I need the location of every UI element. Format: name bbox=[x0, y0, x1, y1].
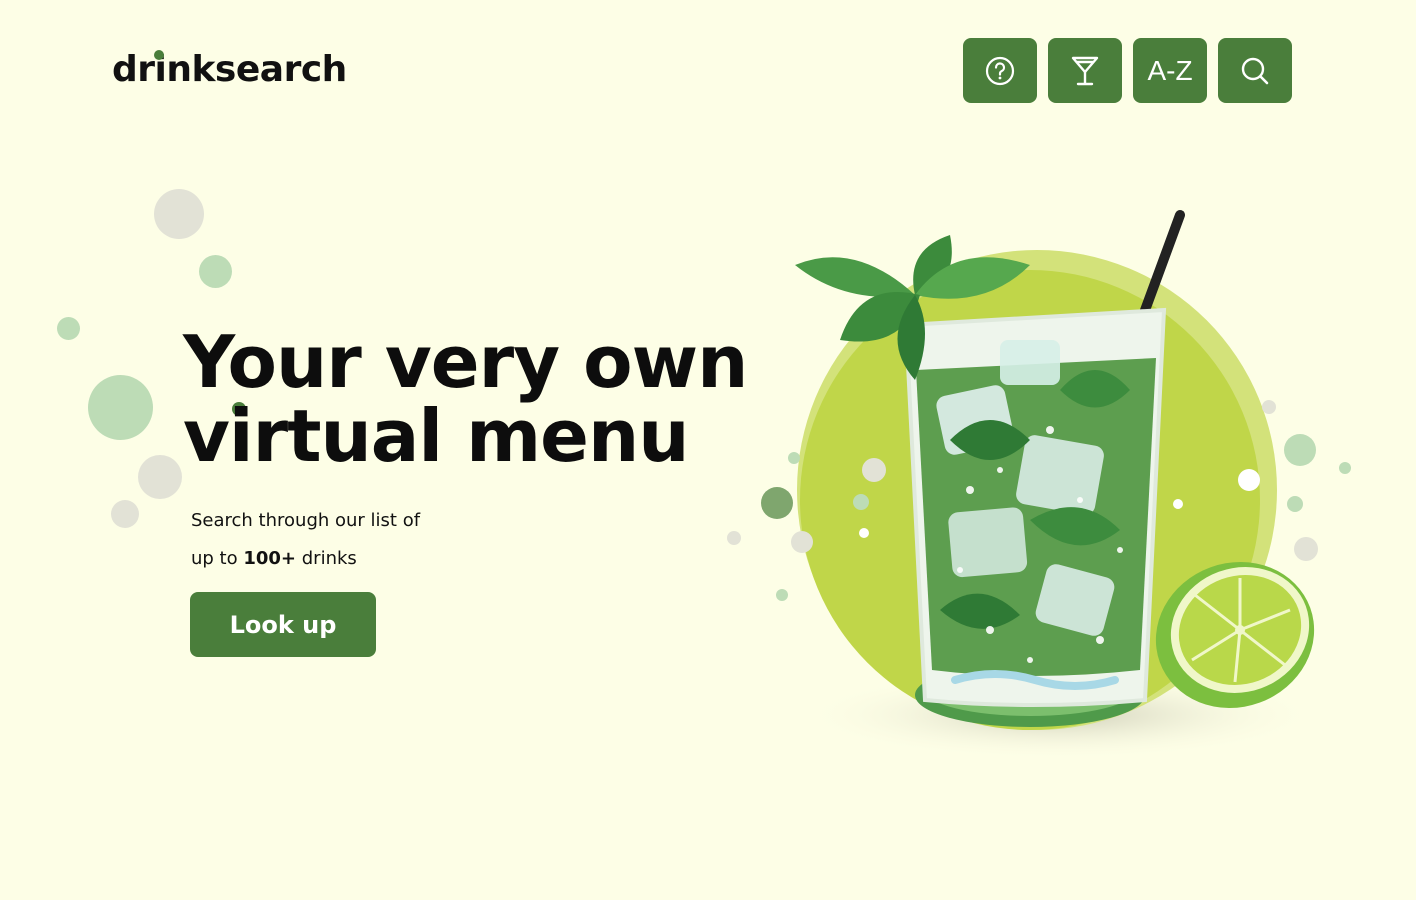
subtitle-post: drinks bbox=[296, 548, 357, 569]
logo-dot bbox=[154, 50, 164, 60]
bubble-decoration bbox=[88, 375, 153, 440]
bubble-decoration bbox=[154, 189, 204, 239]
cocktail-glass-icon bbox=[1071, 56, 1099, 85]
bubble-decoration bbox=[111, 500, 139, 528]
cocktails-button[interactable] bbox=[1048, 38, 1122, 103]
hero-subtitle: Search through our list of up to 100+ dr… bbox=[191, 502, 420, 578]
search-button[interactable] bbox=[1218, 38, 1292, 103]
question-circle-icon bbox=[985, 56, 1015, 85]
mojito-illustration bbox=[727, 210, 1351, 760]
subtitle-pre: up to bbox=[191, 548, 244, 569]
hero-title-line2: virtual menu bbox=[183, 394, 689, 478]
bubble-decoration bbox=[199, 255, 232, 288]
help-button[interactable] bbox=[963, 38, 1037, 103]
brand-logo[interactable]: drinksearch bbox=[112, 48, 347, 92]
hero-title: Your very own virtual menu bbox=[183, 325, 748, 473]
bubble-decoration bbox=[57, 317, 80, 340]
hero-title-line1: Your very own bbox=[183, 320, 748, 404]
drink-count: 100+ bbox=[243, 548, 297, 569]
hero-subtitle-line1: Search through our list of bbox=[191, 510, 421, 531]
search-icon bbox=[1241, 57, 1269, 84]
look-up-button[interactable]: Look up bbox=[190, 592, 376, 657]
az-button[interactable]: A-Z bbox=[1133, 38, 1207, 103]
bubble-decoration bbox=[138, 455, 182, 499]
az-label: A-Z bbox=[1147, 54, 1193, 86]
hero-subtitle-line2: up to 100+ drinks bbox=[191, 540, 420, 578]
top-nav: A-Z bbox=[963, 38, 1292, 103]
